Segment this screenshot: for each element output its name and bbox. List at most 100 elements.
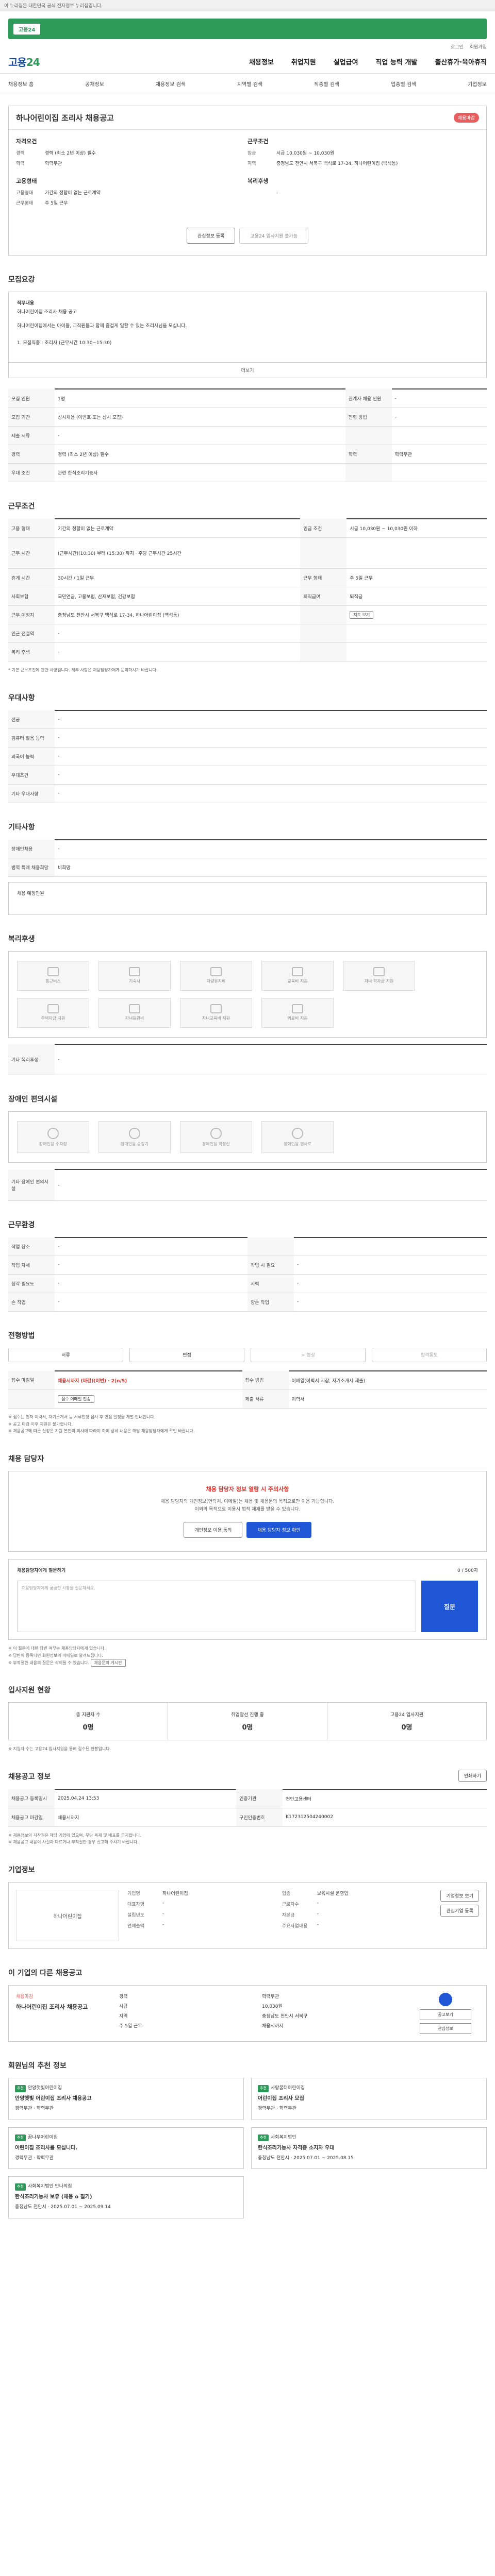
section-title: 모집요강 xyxy=(8,276,35,284)
kv-row: 근무형태 주 5일 근무 xyxy=(16,200,68,206)
related-title[interactable]: 하나어린이집 조리사 채용공고 xyxy=(16,2003,109,2011)
section-title: 입사지원 현황 xyxy=(8,1686,51,1695)
table-row: 근무 시간 (근무시간)(10:30) 부터 (15:30) 까지 · 주당 근무… xyxy=(8,537,487,569)
related-tag: 채용마감 xyxy=(16,1994,34,1999)
gnb-item[interactable]: 취업지원 xyxy=(291,57,316,66)
qna-count: 0 / 500자 xyxy=(457,1568,478,1574)
global-nav: 채용정보 취업지원 실업급여 직업 능력 개발 출산휴가·육아휴직 xyxy=(249,57,487,66)
step-pass: 합격통보 xyxy=(372,1347,487,1362)
table-row: 휴게 시간 30시간 / 1일 근무 근무 형태 주 5일 근무 xyxy=(8,568,487,588)
subnav-item[interactable]: 채용정보 홈 xyxy=(8,80,34,88)
table-row: 고용 형태 기간의 정함이 없는 근로계약 임금 조건 시급 10,030원 ~ 10… xyxy=(8,518,487,538)
posting-right: 근무조건 임금 시급 10,030원 ~ 10,030원 지역 충청남도 천안시 서… xyxy=(248,137,479,210)
posting-columns: 자격요건 경력 경력 (최소 2년 이상) 필수 학력 학력무관 고용형태 고용형태… xyxy=(9,130,486,212)
recommend-card[interactable]: 추천 사랑꿈터어린이집 어린이집 조리사 모집 경력무관 · 학력무관 xyxy=(251,2078,487,2120)
corp-badge-icon xyxy=(439,1993,452,2006)
apply-button[interactable]: 고용24 입사지원 불가능 xyxy=(239,228,309,244)
section-title: 이 기업의 다른 채용공고 xyxy=(8,1969,82,1977)
disab-other-table: 기타 장애인 편의시설 - xyxy=(8,1169,487,1201)
site-logo[interactable]: 고용24 xyxy=(8,54,40,69)
related-actions: 공고보기 관심정보 xyxy=(412,1993,479,2034)
stats-note: ※ 지원자 수는 고용24 입사지원을 통해 접수된 현황입니다. xyxy=(8,1747,111,1752)
section-title: 기업정보 xyxy=(8,1866,35,1874)
gnb-item[interactable]: 채용정보 xyxy=(249,57,274,66)
gnb-item[interactable]: 출산휴가·육아휴직 xyxy=(435,57,487,66)
scrap-button[interactable]: 관심정보 등록 xyxy=(186,228,236,244)
contact-box: 채용 담당자 정보 열람 시 주의사항 채용 담당자의 개인정보(연락처, 이메… xyxy=(8,1470,487,1552)
condition-table: 고용 형태 기간의 정함이 없는 근로계약 임금 조건 시급 10,030원 ~ 10… xyxy=(8,518,487,662)
related-left: 채용마감 하나어린이집 조리사 채용공고 xyxy=(16,1993,109,2034)
process-notes: ※ 접수는 먼저 이력서, 자기소개서 등 서류전형 심사 후 면접 일정을 개… xyxy=(8,1414,195,1434)
subnav-item[interactable]: 공채정보 xyxy=(85,80,104,88)
subnav-item[interactable]: 직종별 검색 xyxy=(314,80,339,88)
kv-row: - xyxy=(276,191,278,196)
login-link[interactable]: 로그인 xyxy=(451,43,464,50)
work-table: 작업 장소 - 작업 자세 - 작업 시 필요 - 청각 필요도 - 시력 - 손 작업 - 양손… xyxy=(8,1236,487,1312)
qna-submit-button[interactable]: 질문 xyxy=(421,1581,478,1633)
qna-board-link[interactable]: 채용문의 게시판 xyxy=(90,1658,126,1667)
recommend-card[interactable]: 추천 사회복지법인 안나의집 한식조리기능사 보유 (채용 o 필기) 충청남도 천안… xyxy=(8,2176,244,2218)
stat-item: 고용24 입사지원 0명 xyxy=(390,1713,423,1732)
recommend-card[interactable]: 추천 사회복지법인 한식조리기능사 자격증 소지자 우대 충청남도 천안시 · 202… xyxy=(251,2127,487,2170)
duty-line: 하나어린이집에서는 아이들, 교직원들과 함께 즐겁게 일할 수 있는 조리사님… xyxy=(17,324,187,329)
section-title: 근무환경 xyxy=(8,1221,35,1229)
recommend-card[interactable]: 추천 꿈나무어린이집 어린이집 조리사를 모십니다. 경력무관 · 학력무관 xyxy=(8,2127,244,2170)
table-row: 손 작업 - 양손 작업 - xyxy=(8,1293,487,1312)
email-send-button[interactable]: 접수 이메일 전송 xyxy=(58,1395,94,1403)
step-doc: 서류 xyxy=(8,1347,123,1362)
table-row: 외국어 능력 - xyxy=(8,747,487,766)
join-link[interactable]: 회원가입 xyxy=(470,43,487,50)
recommend-card[interactable]: 추천 안양햇빛어린이집 안양햇빛 어린이집 조리사 채용공고 경력무관 · 학력무관 xyxy=(8,2078,244,2120)
related-view-button[interactable]: 공고보기 xyxy=(420,2009,471,2020)
contact-actions: 개인정보 이용 동의 채용 담당자 정보 확인 xyxy=(22,1514,473,1538)
dorm-icon: 기숙사 xyxy=(98,960,171,991)
restroom-icon: 장애인용 화장실 xyxy=(180,1121,252,1154)
table-row: 사회보험 국민연금, 고용보험, 산재보험, 건강보험 퇴직급여 퇴직금 xyxy=(8,587,487,606)
qna-notes: ※ 이 질문에 대한 답변 여부는 채용담당자에게 있습니다. ※ 답변이 등록… xyxy=(8,1645,487,1667)
subnav-item[interactable]: 지역별 검색 xyxy=(237,80,262,88)
section-title: 우대사항 xyxy=(8,693,35,702)
subnav-item[interactable]: 기업정보 xyxy=(468,80,487,88)
table-row: 접수 마감일 채용시까지 (마감)(이번) · 2(n/5) 접수 방법 이메일(이력… xyxy=(8,1370,487,1390)
etc-more-label: 채용 예정인원 xyxy=(17,891,44,896)
table-row: 기타 복리후생 - xyxy=(8,1043,487,1076)
section-title: 기타사항 xyxy=(8,823,35,832)
related-posting: 채용마감 하나어린이집 조리사 채용공고 경력 학력무관 시급 10,030원 지역… xyxy=(8,1985,487,2042)
welfare-other-table: 기타 복리후생 - xyxy=(8,1043,487,1076)
qna-textarea[interactable]: 채용담당자에게 궁금한 사항을 질문하세요. xyxy=(17,1581,416,1633)
table-row: 모집 기간 상시채용 (이번호 또는 상시 모집) 전형 방법 - xyxy=(8,408,487,427)
stat-item: 총 지원자 수 0명 xyxy=(9,1703,168,1740)
related-fav-button[interactable]: 관심정보 xyxy=(420,2023,471,2034)
corp-fav-button[interactable]: 관심기업 등록 xyxy=(440,1905,479,1917)
notice-banner: 고용24 xyxy=(8,19,487,39)
table-row: 복리 후생 - xyxy=(8,642,487,662)
disability-icons: 장애인용 주차장 장애인용 승강기 장애인용 화장실 장애인용 경사로 xyxy=(8,1111,487,1163)
corp-logo: 하나어린이집 xyxy=(16,1890,119,1941)
manage-header: 채용공고 정보 인쇄하기 xyxy=(8,1753,487,1789)
site-header: 고용24 채용정보 취업지원 실업급여 직업 능력 개발 출산휴가·육아휴직 xyxy=(0,52,495,74)
print-button[interactable]: 인쇄하기 xyxy=(458,1769,487,1782)
map-button[interactable]: 지도 보기 xyxy=(350,611,374,619)
subnav-item[interactable]: 업종별 검색 xyxy=(391,80,416,88)
gnb-item[interactable]: 실업급여 xyxy=(334,57,358,66)
scholarship-icon: 자녀 학자금 지원 xyxy=(343,960,415,991)
sub-nav: 채용정보 홈 공채정보 채용정보 검색 지역별 검색 직종별 검색 업종별 검색… xyxy=(0,74,495,94)
section-title: 근무조건 xyxy=(8,502,35,511)
consent-button[interactable]: 개인정보 이용 동의 xyxy=(184,1522,243,1538)
section-title: 회원님의 추천 정보 xyxy=(8,2062,67,2070)
posting-title: 하나어린이집 조리사 채용공고 xyxy=(16,113,114,123)
child-icon: 자녀등원비 xyxy=(98,997,171,1028)
table-row: 기타 장애인 편의시설 - xyxy=(8,1169,487,1201)
cond-note: * 기본 근무조건에 관한 사항입니다. 세부 사항은 채용담당자에게 문의하시… xyxy=(8,668,158,673)
etc-table: 장애인채용 - 병역 특례 채용희망 비희망 xyxy=(8,839,487,877)
contact-view-button[interactable]: 채용 담당자 정보 확인 xyxy=(246,1522,311,1538)
gov-topbar: 이 누리집은 대한민국 공식 전자정부 누리집입니다. xyxy=(0,0,495,11)
more-button[interactable]: 더보기 xyxy=(8,363,487,379)
table-row: 제출 서류 - xyxy=(8,426,487,446)
table-row: 기타 우대사항 - xyxy=(8,784,487,803)
table-row: 작업 장소 - xyxy=(8,1236,487,1256)
corp-info-button[interactable]: 기업정보 보기 xyxy=(440,1890,479,1902)
gnb-item[interactable]: 직업 능력 개발 xyxy=(376,57,418,66)
subnav-item[interactable]: 채용정보 검색 xyxy=(156,80,186,88)
manage-table: 채용공고 등록일시 2025.04.24 13:53 인증기관 천안고용센터 채용공고… xyxy=(8,1788,487,1827)
